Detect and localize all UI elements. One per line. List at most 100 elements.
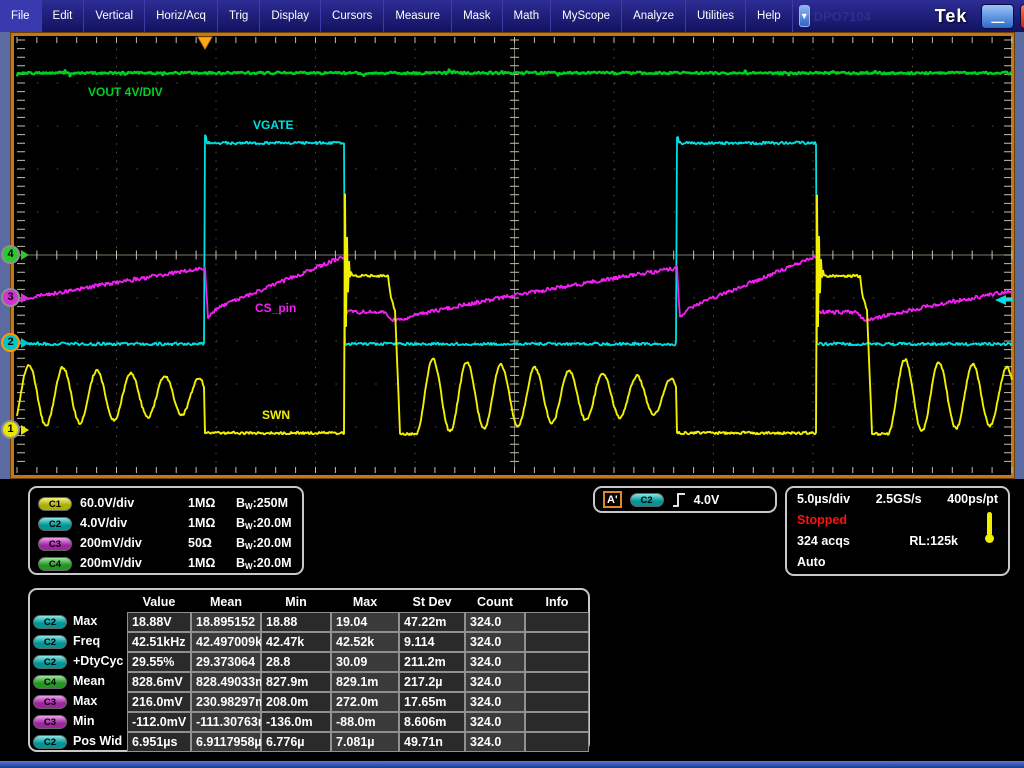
menu-item-math[interactable]: Math bbox=[503, 0, 552, 32]
channel-scale: 200mV/div bbox=[80, 556, 188, 570]
channel-marker-2[interactable]: 2 bbox=[1, 333, 20, 352]
meas-cell: 211.2m bbox=[399, 652, 465, 672]
channel-row-c2[interactable]: C24.0V/div1MΩBW:20.0M bbox=[38, 513, 292, 533]
meas-cell: 827.9m bbox=[261, 672, 331, 692]
channel-row-c3[interactable]: C3200mV/div50ΩBW:20.0M bbox=[38, 533, 292, 553]
menu-item-vertical[interactable]: Vertical bbox=[84, 0, 145, 32]
meas-channel-pill[interactable]: C3 bbox=[33, 715, 67, 729]
meas-name: +DtyCyc bbox=[71, 652, 127, 672]
channel-impedance: 50Ω bbox=[188, 536, 236, 550]
trigger-source-pill[interactable]: C2 bbox=[630, 493, 664, 507]
measurement-row: C3Max216.0mV230.98297m208.0m272.0m17.65m… bbox=[33, 692, 585, 712]
meas-cell: 208.0m bbox=[261, 692, 331, 712]
meas-cell: 9.114 bbox=[399, 632, 465, 652]
meas-channel-pill[interactable]: C2 bbox=[33, 615, 67, 629]
meas-channel-pill[interactable]: C2 bbox=[33, 655, 67, 669]
channel-settings-panel[interactable]: C160.0V/div1MΩBW:250MC24.0V/div1MΩBW:20.… bbox=[28, 486, 304, 575]
menu-item-trig[interactable]: Trig bbox=[218, 0, 260, 32]
trigger-level-marker[interactable] bbox=[995, 295, 1006, 305]
waveform-display-area: VOUT 4V/DIV VGATE CS_pin SWN 4321 bbox=[0, 32, 1024, 479]
meas-cell: 8.606m bbox=[399, 712, 465, 732]
model-label: DPO7104 bbox=[814, 9, 871, 24]
meas-cell: 18.895152 bbox=[191, 612, 261, 632]
meas-cell: 28.8 bbox=[261, 652, 331, 672]
meas-cell: 7.081µ bbox=[331, 732, 399, 752]
channel-pill-c2[interactable]: C2 bbox=[38, 517, 72, 531]
menu-item-mask[interactable]: Mask bbox=[452, 0, 502, 32]
channel-marker-arrow-4 bbox=[21, 250, 29, 260]
channel-marker-3[interactable]: 3 bbox=[1, 288, 20, 307]
meas-cell bbox=[525, 712, 589, 732]
meas-col-header: Count bbox=[465, 592, 525, 612]
menu-item-file[interactable]: File bbox=[0, 0, 42, 32]
meas-cell: 828.6mV bbox=[127, 672, 191, 692]
measurement-row: C4Mean828.6mV828.49033m827.9m829.1m217.2… bbox=[33, 672, 585, 692]
meas-name: Freq bbox=[71, 632, 127, 652]
meas-cell: 324.0 bbox=[465, 652, 525, 672]
meas-cell: 30.09 bbox=[331, 652, 399, 672]
measurement-row: C2Max18.88V18.89515218.8819.0447.22m324.… bbox=[33, 612, 585, 632]
meas-channel-pill[interactable]: C3 bbox=[33, 695, 67, 709]
channel-row-c1[interactable]: C160.0V/div1MΩBW:250M bbox=[38, 493, 292, 513]
vout-trace-label: VOUT 4V/DIV bbox=[88, 85, 163, 99]
channel-bandwidth: BW:20.0M bbox=[236, 556, 292, 571]
channel-pill-c1[interactable]: C1 bbox=[38, 497, 72, 511]
meas-col-header: St Dev bbox=[399, 592, 465, 612]
vgate-trace-label: VGATE bbox=[253, 118, 293, 132]
menu-item-horiz-acq[interactable]: Horiz/Acq bbox=[145, 0, 218, 32]
meas-cell: 6.776µ bbox=[261, 732, 331, 752]
trigger-position-marker[interactable] bbox=[198, 37, 212, 49]
channel-impedance: 1MΩ bbox=[188, 556, 236, 570]
channel-pill-c4[interactable]: C4 bbox=[38, 557, 72, 571]
close-button[interactable]: X bbox=[1020, 4, 1024, 29]
channel-pill-c3[interactable]: C3 bbox=[38, 537, 72, 551]
menu-item-display[interactable]: Display bbox=[260, 0, 321, 32]
meas-cell: 324.0 bbox=[465, 612, 525, 632]
meas-cell: 42.51kHz bbox=[127, 632, 191, 652]
meas-cell: 6.9117958µ bbox=[191, 732, 261, 752]
menu-item-edit[interactable]: Edit bbox=[42, 0, 85, 32]
meas-cell: 324.0 bbox=[465, 692, 525, 712]
channel-row-c4[interactable]: C4 200mV/div1MΩBW:20.0M bbox=[38, 553, 292, 573]
horizontal-readout-panel[interactable]: 5.0µs/div 2.5GS/s 400ps/pt Stopped 324 a… bbox=[785, 486, 1010, 576]
measurement-row: C2Freq42.51kHz42.497009k42.47k42.52k9.11… bbox=[33, 632, 585, 652]
meas-cell bbox=[525, 652, 589, 672]
menu-item-utilities[interactable]: Utilities bbox=[686, 0, 746, 32]
minimize-button[interactable]: — bbox=[981, 4, 1014, 29]
channel-marker-1[interactable]: 1 bbox=[1, 420, 20, 439]
meas-cell bbox=[525, 672, 589, 692]
menu-item-cursors[interactable]: Cursors bbox=[321, 0, 384, 32]
trigger-level-value: 4.0V bbox=[694, 493, 720, 507]
menu-overflow-button[interactable]: ▼ bbox=[799, 5, 810, 27]
menu-item-myscope[interactable]: MyScope bbox=[551, 0, 622, 32]
meas-cell: 49.71n bbox=[399, 732, 465, 752]
channel-marker-arrow-1 bbox=[21, 425, 29, 435]
channel-bandwidth: BW:20.0M bbox=[236, 536, 292, 551]
channel-marker-4[interactable]: 4 bbox=[1, 245, 20, 264]
meas-cell: 829.1m bbox=[331, 672, 399, 692]
menu-item-measure[interactable]: Measure bbox=[384, 0, 452, 32]
meas-cell: 29.373064 bbox=[191, 652, 261, 672]
temperature-icon bbox=[985, 512, 994, 544]
meas-channel-pill[interactable]: C2 bbox=[33, 735, 67, 749]
meas-name: Mean bbox=[71, 672, 127, 692]
meas-channel-pill[interactable]: C4 bbox=[33, 675, 67, 689]
meas-cell: 230.98297m bbox=[191, 692, 261, 712]
meas-cell: 29.55% bbox=[127, 652, 191, 672]
measurement-row: C2Pos Wid6.951µs6.9117958µ6.776µ7.081µ49… bbox=[33, 732, 585, 752]
meas-cell: 42.52k bbox=[331, 632, 399, 652]
rising-edge-icon bbox=[672, 492, 686, 508]
trigger-readout-panel[interactable]: A' C2 4.0V bbox=[593, 486, 777, 513]
meas-cell: 324.0 bbox=[465, 732, 525, 752]
meas-cell bbox=[525, 692, 589, 712]
meas-cell: -112.0mV bbox=[127, 712, 191, 732]
menu-item-help[interactable]: Help bbox=[746, 0, 793, 32]
meas-cell: 272.0m bbox=[331, 692, 399, 712]
meas-cell: 324.0 bbox=[465, 712, 525, 732]
record-length: RL:125k bbox=[909, 534, 958, 555]
menu-item-analyze[interactable]: Analyze bbox=[622, 0, 686, 32]
meas-name: Max bbox=[71, 612, 127, 632]
channel-impedance: 1MΩ bbox=[188, 516, 236, 530]
meas-channel-pill[interactable]: C2 bbox=[33, 635, 67, 649]
meas-cell: 42.497009k bbox=[191, 632, 261, 652]
